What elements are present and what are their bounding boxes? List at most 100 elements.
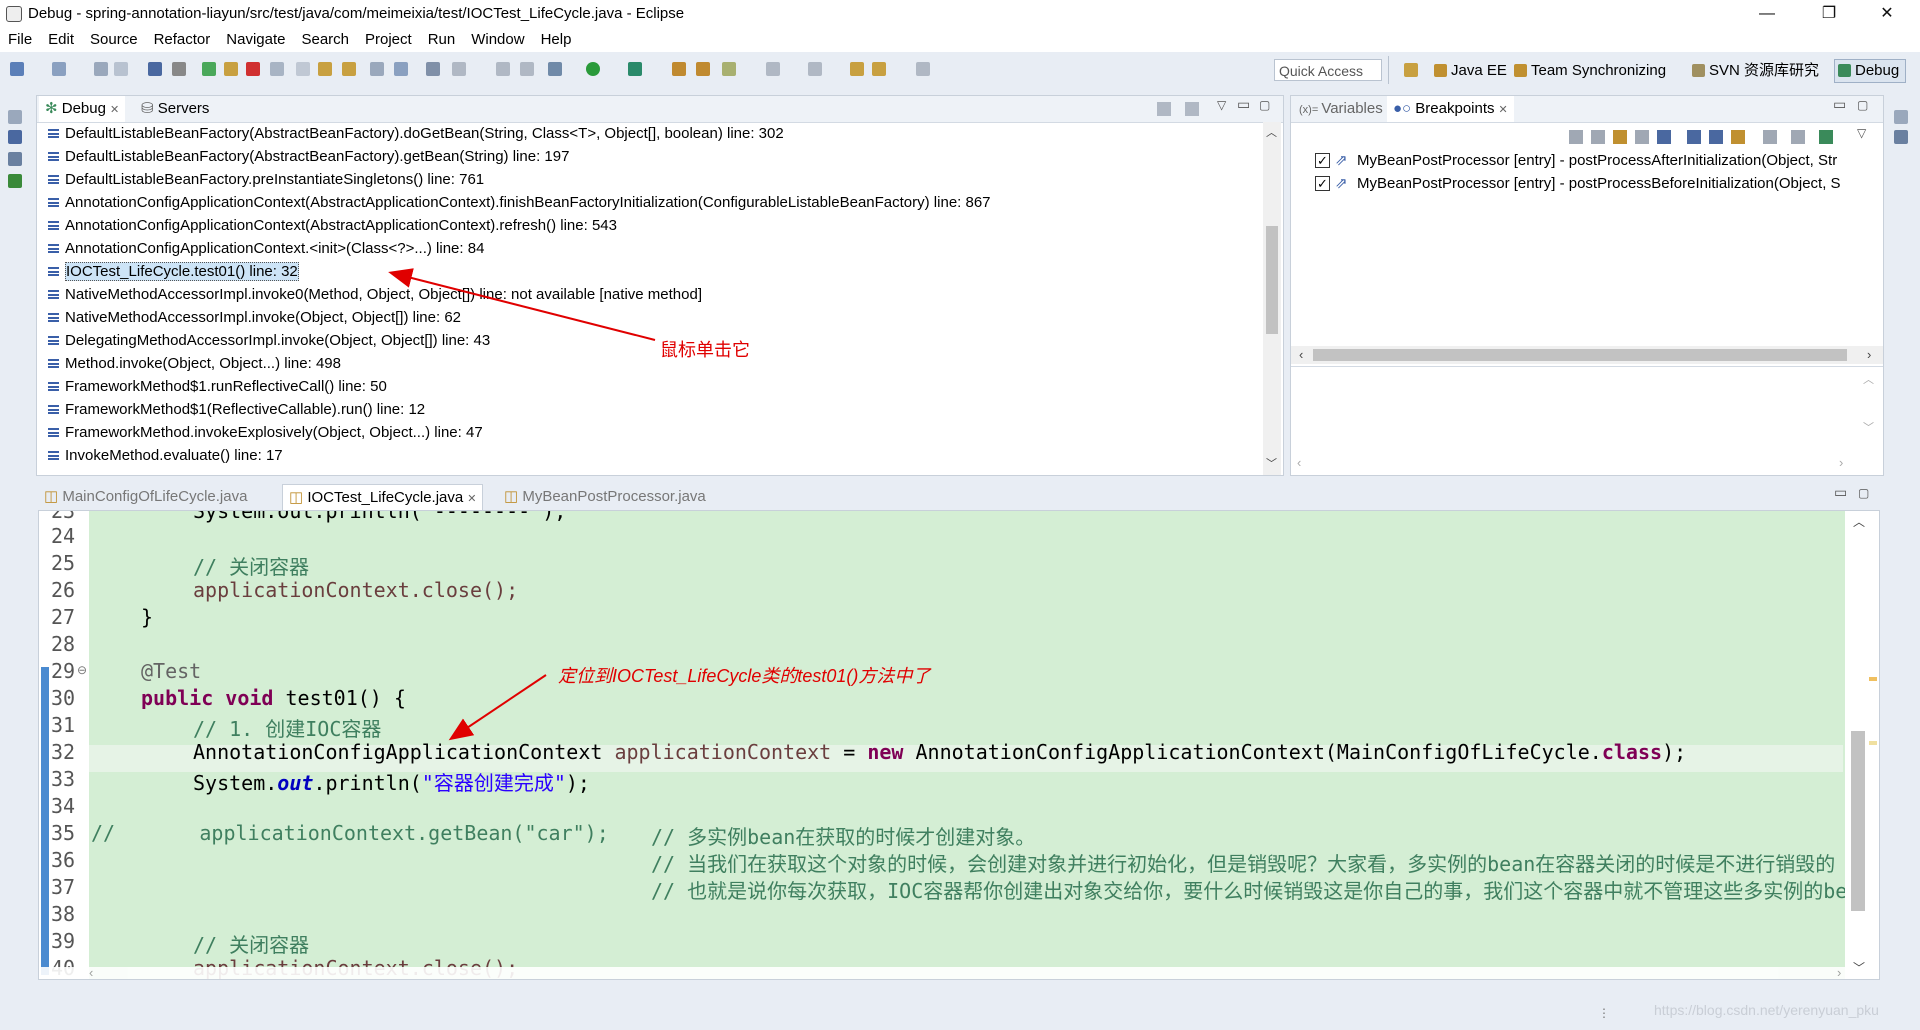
stack-frame[interactable]: AnnotationConfigApplicationContext(Abstr… [45,214,617,237]
save-icon[interactable] [94,62,108,76]
collapse-all-icon[interactable] [1709,130,1723,144]
menu-run[interactable]: Run [420,28,464,52]
stack-frame[interactable]: NativeMethodAccessorImpl.invoke0(Method,… [45,283,702,306]
view-menu-chevron-icon[interactable]: ▽ [1217,98,1226,112]
forward-icon[interactable] [872,62,886,76]
editor-hscrollbar[interactable]: ‹ › [39,965,1879,979]
console-view-icon[interactable] [1894,130,1908,144]
scroll-left-icon[interactable]: ‹ [1297,455,1301,470]
perspective-java-ee[interactable]: Java EE [1434,60,1507,82]
stack-frame[interactable]: FrameworkMethod.invokeExplosively(Object… [45,421,483,444]
debug-scrollbar[interactable]: ︿ ﹀ [1263,122,1281,475]
restore-icon[interactable] [8,110,22,124]
suspend-icon[interactable] [224,62,238,76]
code-editor[interactable]: 23 24 25 26 27 28 29 30 31 32 33 34 35 3… [38,510,1880,980]
menu-search[interactable]: Search [293,28,357,52]
run-icon[interactable] [586,62,600,76]
skip-breakpoints-icon[interactable] [172,62,186,76]
scroll-left-icon[interactable]: ‹ [89,965,93,979]
search-icon[interactable] [496,62,510,76]
stack-frame[interactable]: AnnotationConfigApplicationContext(Abstr… [45,191,991,214]
minimize-view-icon[interactable]: ▭ [1834,484,1847,501]
quick-access-input[interactable]: Quick Access [1274,59,1382,81]
scroll-right-icon[interactable]: › [1839,455,1843,470]
fold-toggle-icon[interactable]: ⊖ [77,663,87,677]
console-icon[interactable] [148,62,162,76]
stack-frame[interactable]: DelegatingMethodAccessorImpl.invoke(Obje… [45,329,490,352]
maximize-view-icon[interactable]: ▢ [1259,98,1270,112]
scroll-right-icon[interactable]: › [1867,347,1871,362]
stack-frame[interactable]: DefaultListableBeanFactory(AbstractBeanF… [45,145,569,168]
perspective-svn[interactable]: SVN 资源库研究 [1692,60,1819,82]
expand-all-icon[interactable] [1687,130,1701,144]
show-breakpoints-icon[interactable] [1613,130,1627,144]
menu-file[interactable]: File [0,28,40,52]
tab-mybeanpostprocessor[interactable]: ◫ MyBeanPostProcessor.java [498,484,712,510]
annotation-icon[interactable] [722,62,736,76]
open-task-icon[interactable] [452,62,466,76]
step-return-icon[interactable] [342,62,356,76]
stack-frame[interactable]: Method.invoke(Object, Object...) line: 4… [45,352,341,375]
link-with-debug-icon[interactable] [1731,130,1745,144]
close-icon[interactable]: ✕ [467,493,476,505]
stack-frame[interactable]: NativeMethodAccessorImpl.invoke(Object, … [45,306,461,329]
tab-debug[interactable]: ✻ Debug ✕ [39,96,126,122]
minimize-view-icon[interactable]: ▭ [1237,96,1250,113]
open-perspective-icon[interactable] [1404,63,1418,77]
remove-all-breakpoints-icon[interactable] [1591,130,1605,144]
stack-frame[interactable]: FrameworkMethod$1.runReflectiveCall() li… [45,375,387,398]
close-button[interactable]: ✕ [1864,0,1910,28]
prev-annotation-icon[interactable] [808,62,822,76]
scroll-up-icon[interactable]: ︿ [1853,513,1865,530]
add-java-exception-icon[interactable] [1763,130,1777,144]
checkbox-checked-icon[interactable]: ✓ [1315,153,1330,168]
view-menu-chevron-icon[interactable]: ▽ [1857,126,1866,140]
scrollbar-thumb[interactable] [1313,349,1847,361]
perspective-team-sync[interactable]: Team Synchronizing [1514,60,1666,82]
open-type-icon[interactable] [426,62,440,76]
checkbox-checked-icon[interactable]: ✓ [1315,176,1330,191]
menu-source[interactable]: Source [82,28,146,52]
external-tools-icon[interactable] [548,62,562,76]
view-menu-icon[interactable] [1185,102,1199,116]
scroll-down-icon[interactable]: ﹀ [1863,419,1874,435]
remove-breakpoint-icon[interactable] [1569,130,1583,144]
scroll-left-icon[interactable]: ‹ [1299,347,1303,362]
open-project-icon[interactable] [696,62,710,76]
open-folder-icon[interactable] [672,62,686,76]
stack-frame[interactable]: InvokeMethod.evaluate() line: 17 [45,444,283,467]
new-icon[interactable] [10,62,24,76]
save-all-icon[interactable] [114,62,128,76]
breakpoints-hscrollbar[interactable]: ‹ › [1291,346,1883,364]
editor-scrollbar[interactable]: ︿ ﹀ [1845,511,1879,979]
step-into-icon[interactable] [296,62,310,76]
stack-frame[interactable]: AnnotationConfigApplicationContext.<init… [45,237,484,260]
disconnect-icon[interactable] [270,62,284,76]
scrollbar-thumb[interactable] [1266,226,1278,334]
drop-to-frame-icon[interactable] [370,62,384,76]
tab-ioctest[interactable]: ◫ IOCTest_LifeCycle.java ✕ [282,484,484,511]
new-wizard-icon[interactable] [52,62,66,76]
refresh-icon[interactable] [520,62,534,76]
minimize-button[interactable]: — [1744,0,1790,28]
remove-launches-icon[interactable] [1157,102,1171,116]
stack-frame-selected[interactable]: IOCTest_LifeCycle.test01() line: 32 [45,260,299,283]
close-icon[interactable]: ✕ [110,104,119,116]
menu-window[interactable]: Window [463,28,532,52]
navigator-icon[interactable] [8,152,22,166]
step-over-icon[interactable] [318,62,332,76]
menu-refactor[interactable]: Refactor [146,28,219,52]
close-icon[interactable]: ✕ [1499,104,1508,116]
scroll-right-icon[interactable]: › [1837,965,1841,979]
back-icon[interactable] [850,62,864,76]
minimize-view-icon[interactable]: ▭ [1833,96,1846,113]
breakpoint-detail-pane[interactable]: ︿ ﹀ ‹ › [1291,366,1883,475]
stack-frame[interactable]: FrameworkMethod$1(ReflectiveCallable).ru… [45,398,425,421]
scrollbar-thumb[interactable] [1851,731,1865,911]
last-edit-icon[interactable] [916,62,930,76]
scroll-up-icon[interactable]: ︿ [1863,371,1874,387]
maximize-view-icon[interactable]: ▢ [1857,98,1868,112]
maximize-button[interactable]: ❐ [1806,0,1852,28]
tab-mainconfig[interactable]: ◫ MainConfigOfLifeCycle.java [38,484,253,510]
menu-help[interactable]: Help [533,28,580,52]
